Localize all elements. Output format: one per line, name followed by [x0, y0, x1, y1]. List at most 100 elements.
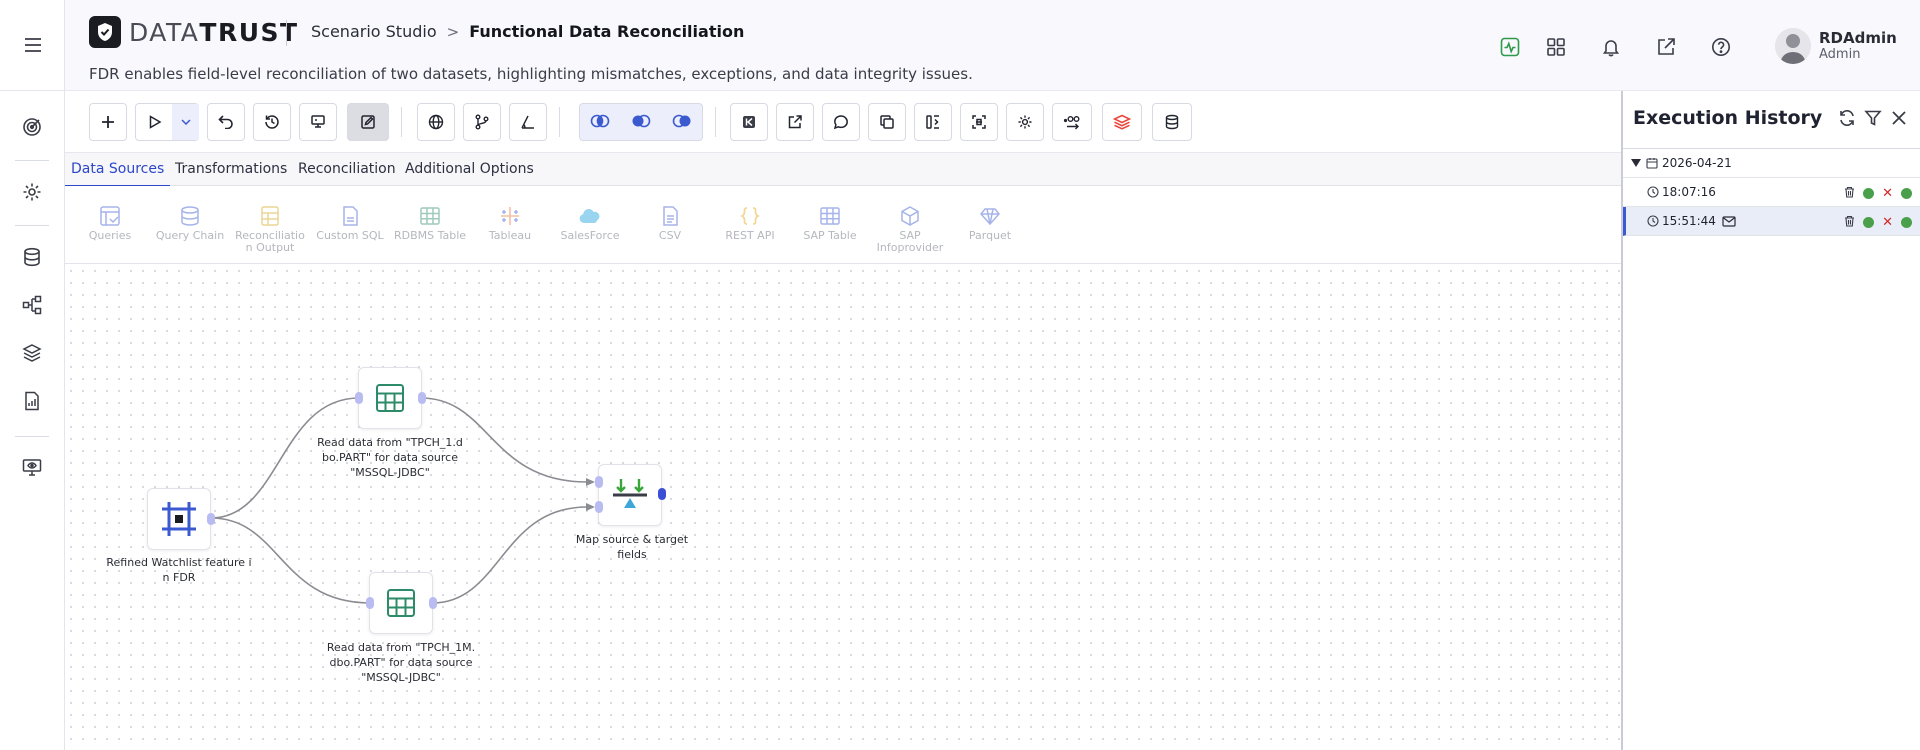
decimal-icon: [1063, 116, 1080, 130]
source-rdbms-table[interactable]: RDBMS Table: [390, 204, 470, 242]
source-queries[interactable]: Queries: [70, 204, 150, 242]
left-join-icon: [632, 114, 651, 127]
rail-item-target[interactable]: [17, 112, 47, 142]
inner-join-button[interactable]: [590, 113, 610, 132]
external-link-icon: [788, 115, 802, 129]
databricks-icon: [1113, 114, 1131, 130]
split-button[interactable]: [914, 103, 952, 141]
user-menu[interactable]: RDAdmin Admin: [1775, 28, 1897, 64]
rail-item-database[interactable]: [17, 242, 47, 272]
copy-button[interactable]: [868, 103, 906, 141]
edge-read2-map: [431, 506, 588, 604]
history-list: 2026-04-21 18:07:16 ✕ 15:51:44 ✕: [1623, 148, 1920, 236]
edit-button[interactable]: [347, 103, 389, 141]
input-port[interactable]: [595, 501, 603, 513]
rail-item-workflow[interactable]: [17, 290, 47, 320]
branch-button[interactable]: [463, 103, 501, 141]
open-external-button[interactable]: [1653, 34, 1679, 60]
source-salesforce[interactable]: SalesForce: [550, 204, 630, 242]
history-button[interactable]: [253, 103, 291, 141]
run-time: 15:51:44: [1662, 214, 1716, 228]
apps-button[interactable]: [1543, 34, 1569, 60]
source-query-chain[interactable]: Query Chain: [150, 204, 230, 242]
datastore-button[interactable]: [1152, 103, 1192, 141]
activity-button[interactable]: [1497, 34, 1523, 60]
history-run-row[interactable]: 18:07:16 ✕: [1623, 178, 1920, 207]
arrowhead: [586, 503, 595, 511]
history-date-group[interactable]: 2026-04-21: [1623, 149, 1920, 178]
add-button[interactable]: [89, 103, 127, 141]
rail-item-layers[interactable]: [17, 338, 47, 368]
run-button[interactable]: [135, 103, 199, 141]
globe-button[interactable]: [417, 103, 455, 141]
source-tableau[interactable]: Tableau: [470, 204, 550, 242]
node-watchlist[interactable]: [147, 488, 211, 550]
tab-data-sources[interactable]: Data Sources: [65, 153, 171, 187]
history-icon: [265, 115, 279, 129]
database-icon: [24, 247, 40, 267]
databricks-button[interactable]: [1102, 103, 1142, 141]
breadcrumb-parent[interactable]: Scenario Studio: [311, 22, 437, 41]
workflow-canvas[interactable]: Refined Watchlist feature i n FDR Read d…: [65, 265, 1621, 750]
angle-button[interactable]: [509, 103, 547, 141]
deploy-button[interactable]: [299, 103, 337, 141]
menu-button[interactable]: [0, 0, 65, 91]
panel-title: Execution History: [1633, 107, 1823, 129]
help-button[interactable]: [1708, 34, 1734, 60]
settings-button[interactable]: [1006, 103, 1044, 141]
tab-reconciliation[interactable]: Reconciliation: [292, 153, 402, 187]
filter-button[interactable]: [1864, 109, 1882, 131]
right-join-button[interactable]: [672, 113, 692, 132]
node-read-tpch1m[interactable]: [369, 572, 433, 634]
delete-run-button[interactable]: [1844, 215, 1855, 230]
source-rest-api[interactable]: REST API: [710, 204, 790, 242]
trash-icon: [1845, 215, 1855, 227]
rail-item-settings[interactable]: [17, 177, 47, 207]
collapse-button[interactable]: [730, 103, 768, 141]
source-csv[interactable]: CSV: [630, 204, 710, 242]
undo-button[interactable]: [207, 103, 245, 141]
run-dropdown[interactable]: [172, 104, 199, 140]
toolbar-separator: [559, 107, 560, 137]
history-run-row-selected[interactable]: 15:51:44 ✕: [1623, 207, 1920, 236]
scan-button[interactable]: [960, 103, 998, 141]
source-custom-sql[interactable]: Custom SQL: [310, 204, 390, 242]
close-button[interactable]: [1890, 109, 1908, 131]
refresh-button[interactable]: [1838, 109, 1856, 131]
node-read-tpch1[interactable]: [358, 367, 422, 429]
diamond-icon: [978, 204, 1002, 228]
rail-item-monitor[interactable]: [17, 452, 47, 482]
filter-icon: [1864, 110, 1882, 126]
left-rail: [0, 0, 65, 750]
user-role: Admin: [1819, 46, 1861, 62]
source-reconciliation-output[interactable]: Reconciliatio n Output: [230, 204, 310, 254]
scan-icon: [972, 115, 986, 129]
output-port[interactable]: [658, 488, 666, 500]
rail-item-reports[interactable]: [17, 386, 47, 416]
output-port[interactable]: [418, 392, 426, 404]
decimal-button[interactable]: [1052, 103, 1092, 141]
delete-run-button[interactable]: [1844, 186, 1855, 201]
input-port[interactable]: [355, 392, 363, 404]
status-error-mark: ✕: [1882, 186, 1893, 201]
left-join-button[interactable]: [631, 113, 651, 132]
notifications-button[interactable]: [1598, 34, 1624, 60]
source-sap-infoprovider[interactable]: SAP Infoprovider: [870, 204, 950, 254]
workflow-icon: [22, 295, 42, 315]
input-port[interactable]: [595, 476, 603, 488]
node-map-fields[interactable]: [598, 464, 662, 526]
source-parquet[interactable]: Parquet: [950, 204, 1030, 242]
export-button[interactable]: [776, 103, 814, 141]
output-port[interactable]: [429, 597, 437, 609]
angle-icon: [521, 115, 534, 129]
server-icon: [311, 115, 325, 128]
tab-transformations[interactable]: Transformations: [169, 153, 293, 187]
comment-button[interactable]: [822, 103, 860, 141]
source-sap-table[interactable]: SAP Table: [790, 204, 870, 242]
help-icon: [1712, 38, 1730, 56]
rail-separator: [15, 436, 49, 437]
input-port[interactable]: [366, 597, 374, 609]
output-port[interactable]: [207, 513, 215, 525]
tab-additional-options[interactable]: Additional Options: [399, 153, 540, 187]
logo[interactable]: DATATRUST: [89, 16, 299, 48]
